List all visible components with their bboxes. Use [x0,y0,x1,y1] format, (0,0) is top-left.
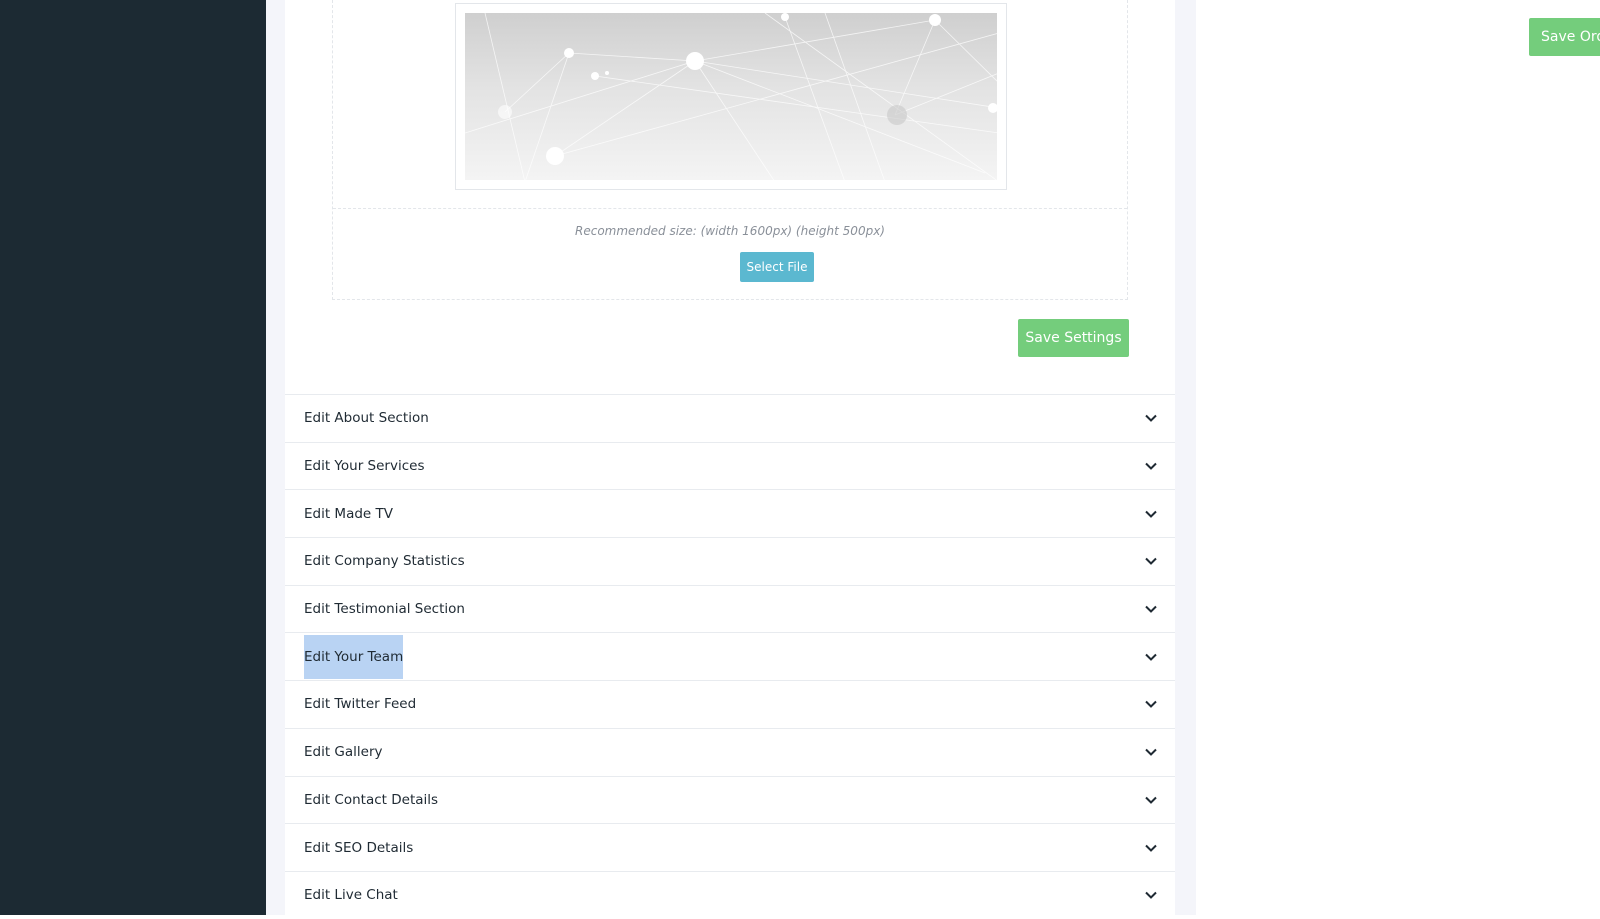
section-accordion: Edit About Section Edit Your Services Ed… [285,394,1175,919]
accordion-item-edit-about-section[interactable]: Edit About Section [285,394,1175,442]
chevron-down-icon[interactable] [1144,697,1158,711]
accordion-item-label: Edit Made TV [304,505,394,522]
chevron-down-icon[interactable] [1144,793,1158,807]
accordion-item-edit-made-tv[interactable]: Edit Made TV [285,489,1175,537]
accordion-item-label: Edit Company Statistics [304,553,465,570]
accordion-item-label: Edit Your Services [304,458,425,475]
accordion-item-label: Edit Contact Details [304,791,439,808]
chevron-down-icon[interactable] [1144,745,1158,759]
settings-panel: Recommended size: (width 1600px) (height… [285,0,1175,915]
accordion-item-label: Edit Testimonial Section [304,601,465,618]
banner-image [465,13,997,180]
accordion-item-edit-gallery[interactable]: Edit Gallery [285,727,1175,776]
accordion-item-edit-seo-details[interactable]: Edit SEO Details [285,823,1175,871]
accordion-item-edit-live-chat[interactable]: Edit Live Chat [285,870,1175,919]
chevron-down-icon[interactable] [1144,888,1158,902]
network-pattern-image [465,13,997,180]
accordion-item-edit-company-statistics[interactable]: Edit Company Statistics [285,537,1175,585]
accordion-item-edit-your-services[interactable]: Edit Your Services [285,441,1175,490]
chevron-down-icon[interactable] [1144,554,1158,568]
upload-divider [333,208,1127,209]
image-upload-box: Recommended size: (width 1600px) (height… [332,0,1128,300]
chevron-down-icon[interactable] [1144,650,1158,664]
sidebar [0,0,266,915]
accordion-item-label: Edit Live Chat [304,887,398,904]
accordion-item-edit-your-team[interactable]: Edit Your Team [285,632,1175,680]
recommended-size-text: Recommended size: (width 1600px) (height… [575,224,885,238]
chevron-down-icon[interactable] [1144,841,1158,855]
chevron-down-icon[interactable] [1144,507,1158,521]
accordion-item-label: Edit Twitter Feed [304,696,417,713]
banner-image-preview [455,3,1007,190]
save-order-button[interactable]: Save Orde [1529,18,1600,56]
accordion-item-edit-testimonial-section[interactable]: Edit Testimonial Section [285,584,1175,633]
select-file-button[interactable]: Select File [740,252,814,282]
chevron-down-icon[interactable] [1144,411,1158,425]
chevron-down-icon[interactable] [1144,602,1158,616]
accordion-item-label-selected: Edit Your Team [304,634,404,679]
accordion-item-edit-contact-details[interactable]: Edit Contact Details [285,775,1175,824]
save-settings-button[interactable]: Save Settings [1018,319,1129,357]
accordion-item-edit-twitter-feed[interactable]: Edit Twitter Feed [285,680,1175,728]
accordion-item-label: Edit About Section [304,410,429,427]
accordion-item-label: Edit SEO Details [304,839,414,856]
chevron-down-icon[interactable] [1144,459,1158,473]
accordion-item-label: Edit Gallery [304,744,383,761]
